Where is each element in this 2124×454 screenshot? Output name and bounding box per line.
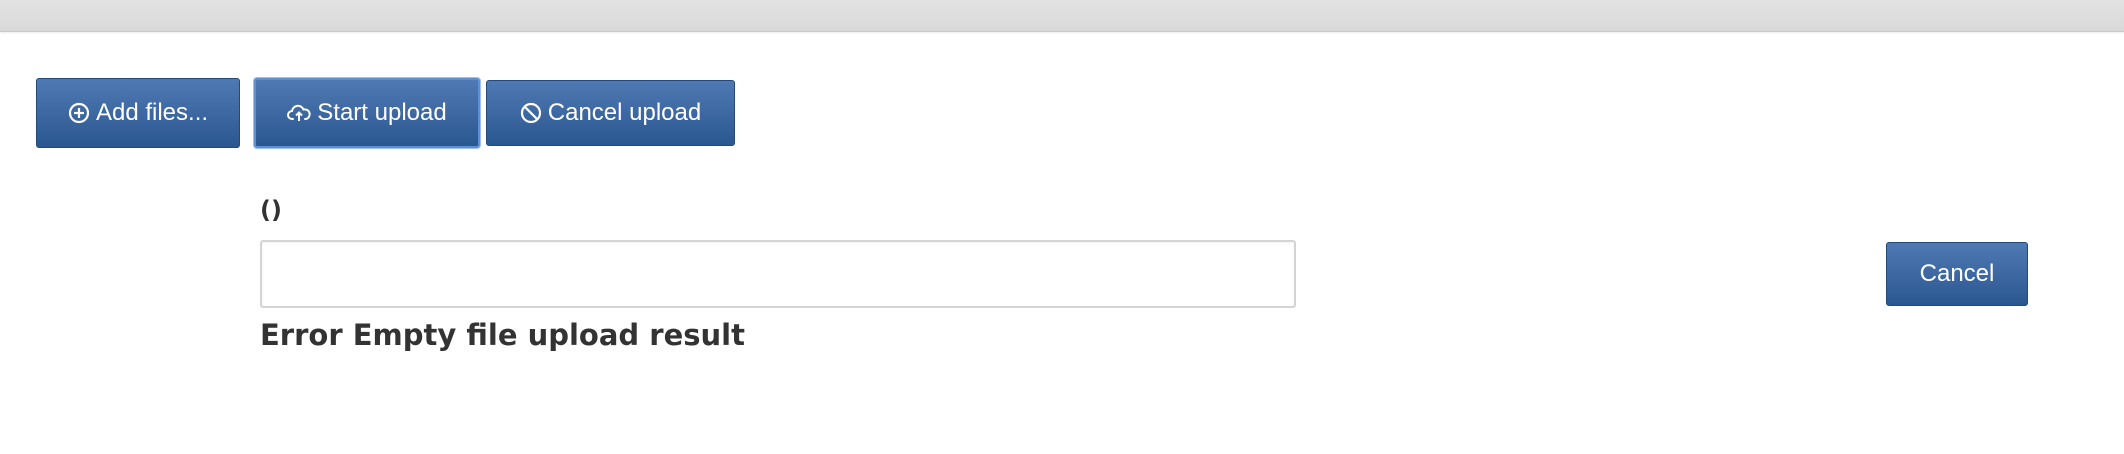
upload-error-message: Error Empty file upload result [260,318,745,352]
cloud-upload-icon [287,103,311,123]
start-upload-label: Start upload [317,99,447,126]
cancel-upload-button[interactable]: Cancel upload [486,80,735,146]
cancel-button[interactable]: Cancel [1886,242,2028,306]
cancel-label: Cancel [1919,260,1995,287]
start-upload-button[interactable]: Start upload [254,78,480,148]
cancel-upload-label: Cancel upload [547,99,702,126]
plus-circle-icon [68,102,90,124]
file-name: () [260,196,282,224]
ban-icon [520,102,542,124]
add-files-button[interactable]: Add files... [36,78,240,148]
upload-progress-bar [260,240,1296,308]
add-files-label: Add files... [95,99,209,126]
window-top-bar [0,0,2124,32]
